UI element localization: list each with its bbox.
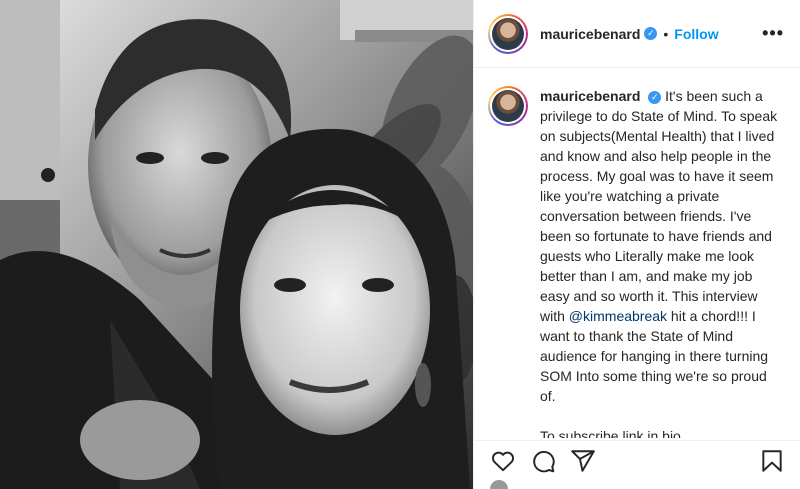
heart-icon[interactable] [490, 448, 516, 474]
likes-strip [474, 480, 800, 489]
post-header: mauricebenard ✓ • Follow ••• [474, 0, 800, 68]
author-avatar[interactable] [488, 13, 528, 54]
post-actions-bar [474, 440, 800, 480]
avatar-border [490, 15, 526, 52]
post-photo[interactable] [0, 0, 473, 489]
follow-button[interactable]: Follow [674, 26, 718, 42]
bookmark-icon[interactable] [759, 448, 785, 474]
more-options-icon[interactable]: ••• [762, 23, 784, 44]
caption-paragraph: mauricebenard ✓ It's been such a privile… [540, 86, 780, 406]
verified-badge-icon: ✓ [644, 27, 658, 40]
mention-link[interactable]: @kimmeabreak [569, 308, 667, 324]
avatar-image [492, 90, 524, 122]
header-separator: • [663, 25, 669, 42]
post-photo-illustration [0, 0, 473, 489]
caption-footer: To subscribe link in bio [540, 428, 681, 438]
caption-body: It's been such a privilege to do State o… [540, 88, 778, 324]
verified-badge-icon: ✓ [648, 90, 662, 104]
author-username[interactable]: mauricebenard [540, 26, 640, 42]
liker-avatar[interactable] [490, 480, 508, 489]
post-side-panel: mauricebenard ✓ • Follow ••• mauricebena… [473, 0, 800, 489]
caption-author-avatar[interactable] [488, 86, 528, 126]
share-icon[interactable] [570, 448, 596, 474]
caption-username[interactable]: mauricebenard [540, 88, 640, 104]
avatar-image [492, 17, 524, 50]
avatar-border [490, 88, 526, 124]
caption-section: mauricebenard ✓ It's been such a privile… [474, 68, 800, 438]
comment-icon[interactable] [530, 448, 556, 474]
caption-text: mauricebenard ✓ It's been such a privile… [540, 86, 780, 438]
